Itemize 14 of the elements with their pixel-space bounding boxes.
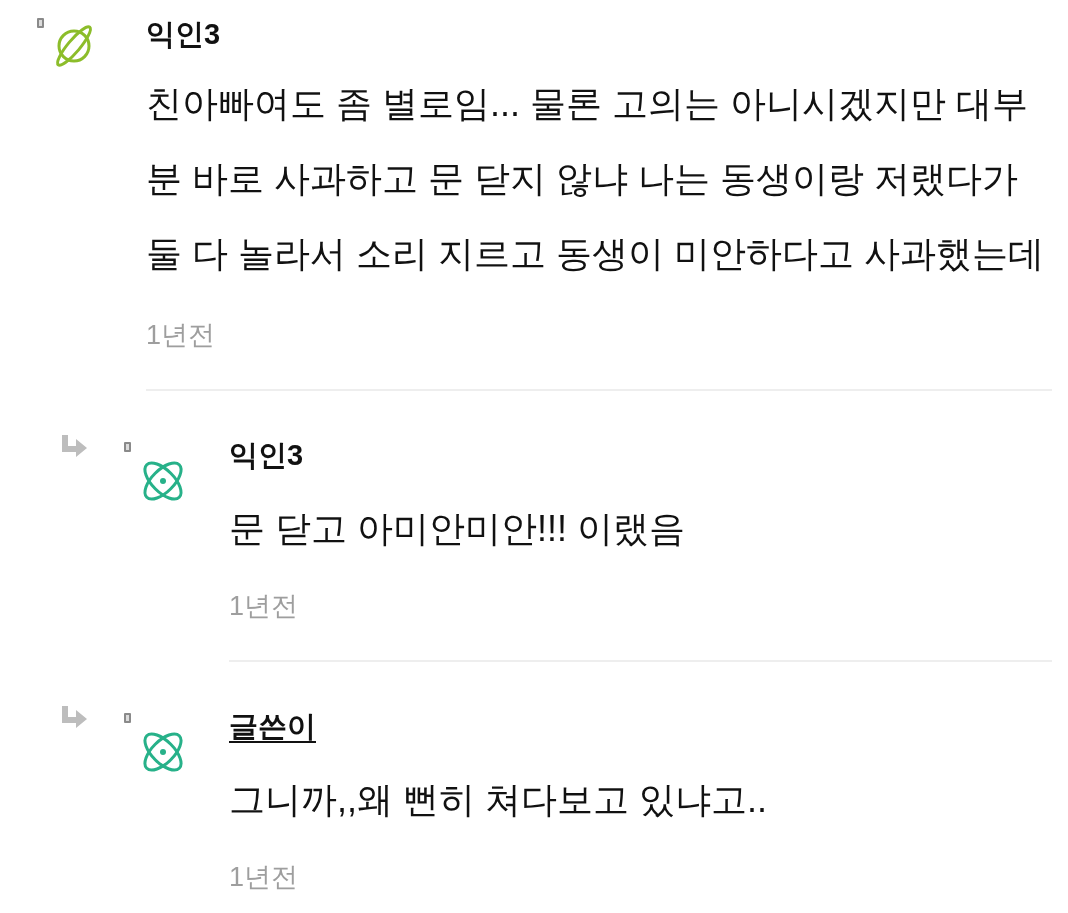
comment-text: 친아빠여도 좀 별로임... 물론 고의는 아니시겠지만 대부분 바로 사과하고 문 닫지 않냐 나는 동생이랑 저랬다가 둘 다 놀라서 소리 지르고 동생이 미안하다고 사과했는데 xyxy=(146,82,1045,276)
comment-timestamp: 1년전 xyxy=(229,861,299,894)
comment-timestamp: 1년전 xyxy=(229,590,299,623)
comment-author: 글쓴이 xyxy=(229,709,316,744)
comment-timestamp: 1년전 xyxy=(146,319,216,352)
small-rectangle-icon xyxy=(37,18,44,28)
comment-text: 문 닫고 아미안미안!!! 이랬음 xyxy=(229,507,685,551)
small-rectangle-icon xyxy=(124,442,131,452)
reply-arrow-icon xyxy=(62,435,87,457)
comment-author: 익인3 xyxy=(146,17,221,52)
small-rectangle-icon xyxy=(124,713,131,723)
comment-text: 그니까,,왜 뻔히 쳐다보고 있냐고.. xyxy=(229,778,767,822)
comment-author: 익인3 xyxy=(229,438,304,473)
reply-arrow-icon xyxy=(62,706,87,728)
